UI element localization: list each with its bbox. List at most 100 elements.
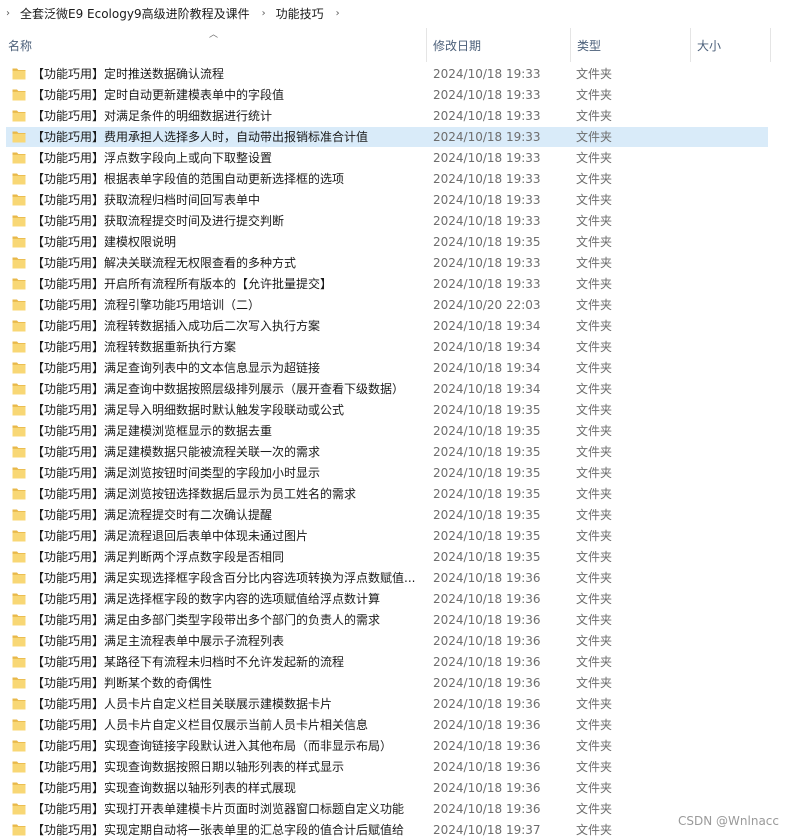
file-name: 【功能巧用】满足导入明细数据时默认触发字段联动或公式 xyxy=(32,403,345,417)
file-type: 文件夹 xyxy=(576,760,613,774)
file-list-row[interactable]: 【功能巧用】实现查询数据按照日期以轴形列表的样式显示 2024/10/18 19:… xyxy=(6,757,768,777)
file-modified-date: 2024/10/18 19:35 xyxy=(433,445,541,459)
file-list-row[interactable]: 【功能巧用】定时推送数据确认流程 2024/10/18 19:33 文件夹 xyxy=(6,64,768,84)
file-type: 文件夹 xyxy=(576,445,613,459)
file-type: 文件夹 xyxy=(576,823,613,837)
file-list-row[interactable]: 【功能巧用】实现查询数据以轴形列表的样式展现 2024/10/18 19:36 文件… xyxy=(6,778,768,798)
file-modified-date: 2024/10/18 19:33 xyxy=(433,109,541,123)
file-list-row[interactable]: 【功能巧用】满足查询中数据按照层级排列展示（展开查看下级数据） 2024/10/1… xyxy=(6,379,768,399)
file-list-row[interactable]: 【功能巧用】判断某个数的奇偶性 2024/10/18 19:36 文件夹 xyxy=(6,673,768,693)
file-list-row[interactable]: 【功能巧用】满足实现选择框字段含百分比内容选项转换为浮点数赋值... 2024/1… xyxy=(6,568,768,588)
file-modified-date: 2024/10/18 19:36 xyxy=(433,781,541,795)
breadcrumb-item-parent[interactable]: 全套泛微E9 Ecology9高级进阶教程及课件 xyxy=(14,5,256,22)
file-list-row[interactable]: 【功能巧用】满足主流程表单中展示子流程列表 2024/10/18 19:36 文件夹 xyxy=(6,631,768,651)
file-list-row[interactable]: 【功能巧用】满足流程提交时有二次确认提醒 2024/10/18 19:35 文件夹 xyxy=(6,505,768,525)
file-modified-date: 2024/10/18 19:34 xyxy=(433,361,541,375)
column-header-name[interactable]: 名称 xyxy=(0,28,427,62)
folder-icon xyxy=(12,88,26,101)
file-name: 【功能巧用】人员卡片自定义栏目仅展示当前人员卡片相关信息 xyxy=(32,718,369,732)
chevron-right-icon[interactable]: › xyxy=(256,8,270,19)
file-list-row[interactable]: 【功能巧用】获取流程提交时间及进行提交判断 2024/10/18 19:33 文件夹 xyxy=(6,211,768,231)
file-list-row[interactable]: 【功能巧用】实现打开表单建模卡片页面时浏览器窗口标题自定义功能 2024/10/1… xyxy=(6,799,768,819)
column-header-date[interactable]: 修改日期 xyxy=(427,28,571,62)
file-type: 文件夹 xyxy=(576,529,613,543)
file-list-row[interactable]: 【功能巧用】满足导入明细数据时默认触发字段联动或公式 2024/10/18 19:… xyxy=(6,400,768,420)
file-type: 文件夹 xyxy=(576,676,613,690)
file-name: 【功能巧用】满足实现选择框字段含百分比内容选项转换为浮点数赋值... xyxy=(32,571,416,585)
folder-icon xyxy=(12,571,26,584)
file-type: 文件夹 xyxy=(576,487,613,501)
file-list-row[interactable]: 【功能巧用】流程转数据重新执行方案 2024/10/18 19:34 文件夹 xyxy=(6,337,768,357)
file-list-row[interactable]: 【功能巧用】满足判断两个浮点数字段是否相同 2024/10/18 19:35 文件夹 xyxy=(6,547,768,567)
file-name: 【功能巧用】获取流程归档时间回写表单中 xyxy=(32,193,261,207)
column-header-name-label: 名称 xyxy=(8,38,33,53)
file-list-row[interactable]: 【功能巧用】获取流程归档时间回写表单中 2024/10/18 19:33 文件夹 xyxy=(6,190,768,210)
file-list-row[interactable]: 【功能巧用】满足选择框字段的数字内容的选项赋值给浮点数计算 2024/10/18 … xyxy=(6,589,768,609)
file-modified-date: 2024/10/18 19:35 xyxy=(433,487,541,501)
file-list-row[interactable]: 【功能巧用】人员卡片自定义栏目关联展示建模数据卡片 2024/10/18 19:3… xyxy=(6,694,768,714)
file-list-row[interactable]: 【功能巧用】费用承担人选择多人时，自动带出报销标准合计值 2024/10/18 1… xyxy=(6,127,768,147)
folder-icon xyxy=(12,361,26,374)
folder-icon xyxy=(12,277,26,290)
file-type: 文件夹 xyxy=(576,88,613,102)
file-modified-date: 2024/10/18 19:36 xyxy=(433,676,541,690)
file-type: 文件夹 xyxy=(576,697,613,711)
file-list-row[interactable]: 【功能巧用】流程引擎功能巧用培训（二） 2024/10/20 22:03 文件夹 xyxy=(6,295,768,315)
file-type: 文件夹 xyxy=(576,403,613,417)
file-list-row[interactable]: 【功能巧用】开启所有流程所有版本的【允许批量提交】 2024/10/18 19:3… xyxy=(6,274,768,294)
file-list-row[interactable]: 【功能巧用】满足建模浏览框显示的数据去重 2024/10/18 19:35 文件夹 xyxy=(6,421,768,441)
folder-icon xyxy=(12,487,26,500)
folder-icon xyxy=(12,697,26,710)
file-list-row[interactable]: 【功能巧用】满足浏览按钮时间类型的字段加小时显示 2024/10/18 19:35… xyxy=(6,463,768,483)
file-name: 【功能巧用】满足判断两个浮点数字段是否相同 xyxy=(32,550,285,564)
file-modified-date: 2024/10/18 19:36 xyxy=(433,718,541,732)
file-list-row[interactable]: 【功能巧用】实现定期自动将一张表单里的汇总字段的值合计后赋值给 2024/10/1… xyxy=(6,820,768,840)
file-list-row[interactable]: 【功能巧用】对满足条件的明细数据进行统计 2024/10/18 19:33 文件夹 xyxy=(6,106,768,126)
chevron-right-icon[interactable]: › xyxy=(330,8,344,19)
file-list-row[interactable]: 【功能巧用】满足查询列表中的文本信息显示为超链接 2024/10/18 19:34… xyxy=(6,358,768,378)
folder-icon xyxy=(12,550,26,563)
file-modified-date: 2024/10/18 19:35 xyxy=(433,424,541,438)
file-name: 【功能巧用】满足查询列表中的文本信息显示为超链接 xyxy=(32,361,321,375)
column-header-type[interactable]: 类型 xyxy=(571,28,691,62)
column-header-type-label: 类型 xyxy=(577,38,602,53)
file-modified-date: 2024/10/18 19:33 xyxy=(433,256,541,270)
file-list-row[interactable]: 【功能巧用】根据表单字段值的范围自动更新选择框的选项 2024/10/18 19:… xyxy=(6,169,768,189)
file-list-row[interactable]: 【功能巧用】流程转数据插入成功后二次写入执行方案 2024/10/18 19:34… xyxy=(6,316,768,336)
file-type: 文件夹 xyxy=(576,361,613,375)
file-modified-date: 2024/10/18 19:35 xyxy=(433,235,541,249)
folder-icon xyxy=(12,823,26,836)
file-type: 文件夹 xyxy=(576,298,613,312)
file-name: 【功能巧用】某路径下有流程未归档时不允许发起新的流程 xyxy=(32,655,345,669)
file-list-row[interactable]: 【功能巧用】满足由多部门类型字段带出多个部门的负责人的需求 2024/10/18 … xyxy=(6,610,768,630)
file-type: 文件夹 xyxy=(576,151,613,165)
file-name: 【功能巧用】人员卡片自定义栏目关联展示建模数据卡片 xyxy=(32,697,333,711)
file-list-row[interactable]: 【功能巧用】解决关联流程无权限查看的多种方式 2024/10/18 19:33 文件… xyxy=(6,253,768,273)
folder-icon xyxy=(12,739,26,752)
file-list-row[interactable]: 【功能巧用】实现查询链接字段默认进入其他布局（而非显示布局） 2024/10/18… xyxy=(6,736,768,756)
file-list-row[interactable]: 【功能巧用】满足流程退回后表单中体现未通过图片 2024/10/18 19:35 文… xyxy=(6,526,768,546)
file-name: 【功能巧用】实现打开表单建模卡片页面时浏览器窗口标题自定义功能 xyxy=(32,802,405,816)
folder-icon xyxy=(12,214,26,227)
file-list-row[interactable]: 【功能巧用】某路径下有流程未归档时不允许发起新的流程 2024/10/18 19:… xyxy=(6,652,768,672)
file-list-row[interactable]: 【功能巧用】人员卡片自定义栏目仅展示当前人员卡片相关信息 2024/10/18 1… xyxy=(6,715,768,735)
column-header-size[interactable]: 大小 xyxy=(691,28,771,62)
folder-icon xyxy=(12,424,26,437)
file-type: 文件夹 xyxy=(576,424,613,438)
file-name: 【功能巧用】实现定期自动将一张表单里的汇总字段的值合计后赋值给 xyxy=(32,823,405,837)
file-type: 文件夹 xyxy=(576,382,613,396)
file-list-row[interactable]: 【功能巧用】定时自动更新建模表单中的字段值 2024/10/18 19:33 文件夹 xyxy=(6,85,768,105)
file-modified-date: 2024/10/18 19:36 xyxy=(433,802,541,816)
file-name: 【功能巧用】定时推送数据确认流程 xyxy=(32,67,225,81)
file-list-row[interactable]: 【功能巧用】建模权限说明 2024/10/18 19:35 文件夹 xyxy=(6,232,768,252)
file-list-row[interactable]: 【功能巧用】浮点数字段向上或向下取整设置 2024/10/18 19:33 文件夹 xyxy=(6,148,768,168)
breadcrumb-item-current[interactable]: 功能技巧 xyxy=(270,5,330,22)
file-modified-date: 2024/10/18 19:33 xyxy=(433,151,541,165)
file-list-row[interactable]: 【功能巧用】满足建模数据只能被流程关联一次的需求 2024/10/18 19:35… xyxy=(6,442,768,462)
folder-icon xyxy=(12,130,26,143)
column-header-row: ︿ 名称 修改日期 类型 大小 xyxy=(0,28,789,63)
file-name: 【功能巧用】流程转数据插入成功后二次写入执行方案 xyxy=(32,319,321,333)
chevron-right-icon[interactable]: › xyxy=(0,8,14,19)
file-list-row[interactable]: 【功能巧用】满足浏览按钮选择数据后显示为员工姓名的需求 2024/10/18 19… xyxy=(6,484,768,504)
file-name: 【功能巧用】对满足条件的明细数据进行统计 xyxy=(32,109,273,123)
